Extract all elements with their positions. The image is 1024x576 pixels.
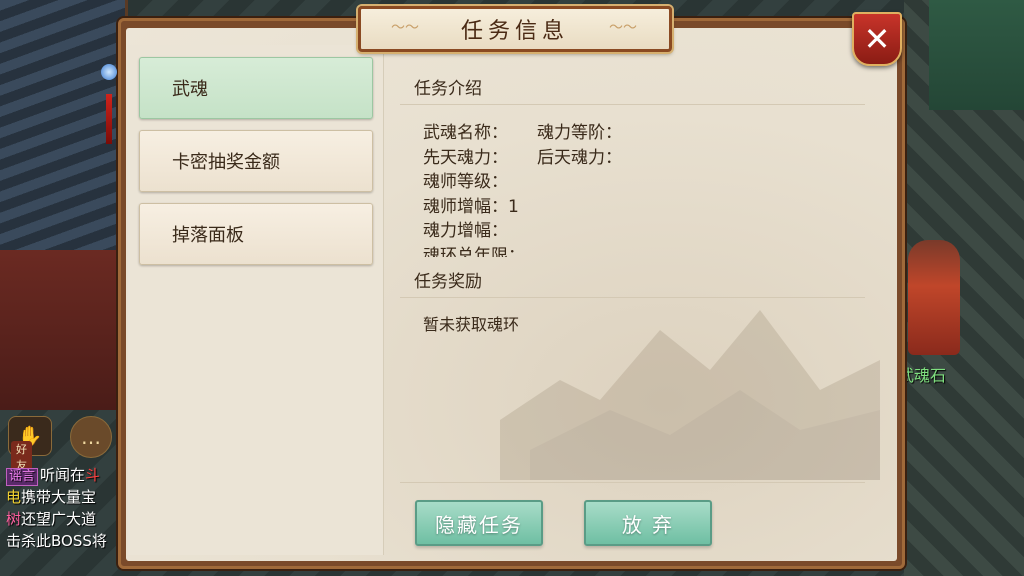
info-wuhun-name: 武魂名称： [423, 123, 508, 143]
mountain-painting [500, 310, 880, 480]
chat-line: 谣言 听闻在斗 [6, 464, 122, 486]
ornament-icon [101, 44, 117, 144]
sidebar-item-label: 卡密抽奖金额 [172, 152, 280, 173]
chat-log: 谣言 听闻在斗 电携带大量宝 树还望广大道 击杀此BOSS将 [6, 464, 122, 552]
npc-name-label: 武魂石 [898, 366, 947, 385]
sidebar-item-label: 武魂 [172, 79, 208, 100]
sidebar [128, 45, 384, 555]
chat-line: 电携带大量宝 [6, 488, 97, 506]
divider [400, 482, 865, 483]
background-wall [0, 250, 125, 410]
sidebar-item-lottery[interactable]: 卡密抽奖金额 [139, 130, 373, 192]
hide-task-label: 隐藏任务 [435, 512, 523, 537]
divider [400, 104, 865, 105]
sidebar-item-label: 掉落面板 [172, 225, 244, 246]
info-power-boost: 魂力增幅： [423, 221, 508, 241]
abandon-label: 放 弃 [621, 512, 675, 537]
info-ring-years: 魂环总年限： [423, 246, 525, 257]
chat-button[interactable]: … [70, 416, 112, 458]
chat-line: 树还望广大道 [6, 510, 97, 528]
chat-bubble-icon: … [81, 425, 101, 449]
chat-tag: 谣言 [6, 468, 39, 486]
npc-character[interactable] [908, 240, 960, 355]
info-master-level: 魂师等级： [423, 172, 508, 192]
hide-task-button[interactable]: 隐藏任务 [415, 500, 543, 546]
section-title-reward: 任务奖励 [414, 272, 482, 292]
sidebar-item-wuhun[interactable]: 武魂 [139, 57, 373, 119]
chat-line: 击杀此BOSS将 [6, 532, 107, 550]
reward-text: 暂未获取魂环 [423, 315, 520, 334]
divider [400, 297, 865, 298]
close-icon: ✕ [863, 20, 891, 58]
background-right-roof [929, 0, 1024, 110]
task-info-scroll[interactable]: 武魂名称： 魂力等阶： 先天魂力： 后天魂力： 魂师等级： 魂师增幅：1 魂力增… [415, 115, 695, 257]
dialog-title-plate: 〜〜 任务信息 〜〜 [358, 6, 672, 52]
info-acquired-power: 后天魂力： [537, 148, 622, 168]
abandon-button[interactable]: 放 弃 [584, 500, 712, 546]
sidebar-item-drops[interactable]: 掉落面板 [139, 203, 373, 265]
info-innate-power: 先天魂力： [423, 148, 508, 168]
info-soul-rank: 魂力等阶： [537, 123, 622, 143]
dialog-title: 任务信息 [460, 19, 569, 44]
close-button[interactable]: ✕ [852, 12, 902, 66]
info-master-boost: 魂师增幅：1 [423, 197, 519, 217]
section-title-intro: 任务介绍 [414, 79, 482, 99]
